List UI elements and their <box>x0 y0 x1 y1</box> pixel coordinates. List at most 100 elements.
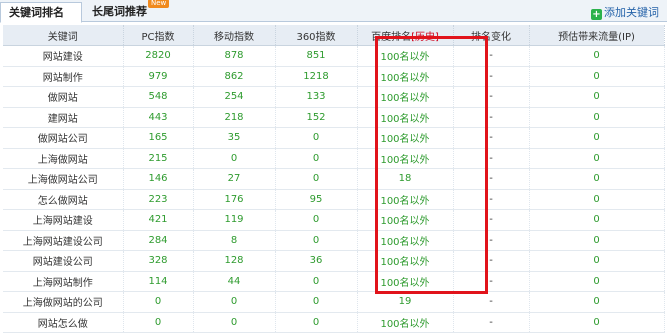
cell-rank-change: - <box>453 250 530 272</box>
add-keyword-label: 添加关键词 <box>604 6 659 19</box>
table-row: 做网站 548 254 133 100名以外 -0 <box>3 86 665 108</box>
table-row: 做网站公司 165 35 0 100名以外 -0 <box>3 127 665 149</box>
cell-baidu-rank: 100名以外 <box>357 230 454 251</box>
cell-pc-index: 328 <box>123 250 194 272</box>
cell-baidu-rank: 100名以外 <box>357 127 454 149</box>
header-keyword: 关键词 <box>3 25 124 46</box>
tab-keyword-ranking[interactable]: 关键词排名 <box>0 2 82 23</box>
cell-baidu-rank: 100名以外 <box>357 148 454 169</box>
cell-360-index: 0 <box>275 271 358 292</box>
header-rank-change: 排名变化 <box>453 25 530 46</box>
cell-keyword: 网站建设 <box>3 45 124 67</box>
cell-rank-change: - <box>453 168 530 190</box>
table-header: 关键词 PC指数 移动指数 360指数 百度排名[历史] 排名变化 预估带来流量… <box>3 25 665 46</box>
cell-mobile-index: 44 <box>193 271 276 292</box>
table-body: 网站建设 2820 878 851 100名以外 -0 网站制作 979 862 1218 100名… <box>3 45 665 333</box>
header-pc-index: PC指数 <box>123 25 194 46</box>
cell-mobile-index: 27 <box>193 168 276 190</box>
header-360-index: 360指数 <box>275 25 358 46</box>
cell-baidu-rank: 100名以外 <box>357 66 454 87</box>
cell-baidu-rank: 18 <box>357 168 454 190</box>
cell-pc-index: 284 <box>123 230 194 251</box>
add-keyword-button[interactable]: + 添加关键词 <box>591 4 659 20</box>
cell-keyword: 上海网站建设公司 <box>3 230 124 251</box>
cell-pc-index: 165 <box>123 127 194 149</box>
cell-360-index: 0 <box>275 127 358 149</box>
table-row: 网站制作 979 862 1218 100名以外 -0 <box>3 66 665 87</box>
cell-traffic: 0 <box>529 291 665 313</box>
plus-icon: + <box>591 9 602 20</box>
cell-mobile-index: 218 <box>193 107 276 128</box>
cell-pc-index: 443 <box>123 107 194 128</box>
cell-pc-index: 2820 <box>123 45 194 67</box>
header-traffic: 预估带来流量(IP) <box>529 25 665 46</box>
new-badge: New <box>148 0 170 8</box>
cell-360-index: 0 <box>275 209 358 231</box>
cell-rank-change: - <box>453 189 530 210</box>
table-row: 上海做网站公司 146 27 0 18-0 <box>3 168 665 190</box>
cell-rank-change: - <box>453 86 530 108</box>
cell-pc-index: 0 <box>123 291 194 313</box>
cell-baidu-rank: 100名以外 <box>357 107 454 128</box>
table-row: 上海做网站的公司 0 0 0 19-0 <box>3 291 665 313</box>
table-row: 上海网站建设 421 119 0 100名以外 -0 <box>3 209 665 231</box>
cell-keyword: 建网站 <box>3 107 124 128</box>
cell-baidu-rank: 100名以外 <box>357 312 454 333</box>
cell-mobile-index: 8 <box>193 230 276 251</box>
cell-360-index: 95 <box>275 189 358 210</box>
tab-longtail-recommend[interactable]: 长尾词推荐 <box>84 2 155 21</box>
cell-pc-index: 979 <box>123 66 194 87</box>
cell-traffic: 0 <box>529 250 665 272</box>
cell-baidu-rank: 100名以外 <box>357 271 454 292</box>
cell-traffic: 0 <box>529 86 665 108</box>
cell-pc-index: 114 <box>123 271 194 292</box>
cell-mobile-index: 0 <box>193 148 276 169</box>
cell-baidu-rank: 19 <box>357 291 454 313</box>
cell-keyword: 上海做网站的公司 <box>3 291 124 313</box>
cell-rank-change: - <box>453 209 530 231</box>
cell-baidu-rank: 100名以外 <box>357 45 454 67</box>
cell-pc-index: 146 <box>123 168 194 190</box>
table-row: 建网站 443 218 152 100名以外 -0 <box>3 107 665 128</box>
cell-traffic: 0 <box>529 168 665 190</box>
cell-traffic: 0 <box>529 189 665 210</box>
cell-rank-change: - <box>453 107 530 128</box>
table-row: 上海网站制作 114 44 0 100名以外 -0 <box>3 271 665 292</box>
cell-traffic: 0 <box>529 312 665 333</box>
cell-pc-index: 0 <box>123 312 194 333</box>
cell-360-index: 851 <box>275 45 358 67</box>
table-row: 网站怎么做 0 0 0 100名以外 -0 <box>3 312 665 333</box>
baidu-rank-label: 百度排名 <box>371 31 412 43</box>
cell-mobile-index: 119 <box>193 209 276 231</box>
header-mobile-index: 移动指数 <box>193 25 276 46</box>
history-link[interactable]: [历史] <box>411 32 439 43</box>
cell-baidu-rank: 100名以外 <box>357 189 454 210</box>
table-row: 网站建设公司 328 128 36 100名以外 -0 <box>3 250 665 272</box>
cell-baidu-rank: 100名以外 <box>357 86 454 108</box>
cell-pc-index: 215 <box>123 148 194 169</box>
cell-360-index: 0 <box>275 312 358 333</box>
cell-baidu-rank: 100名以外 <box>357 209 454 231</box>
cell-pc-index: 548 <box>123 86 194 108</box>
cell-traffic: 0 <box>529 230 665 251</box>
cell-rank-change: - <box>453 66 530 87</box>
cell-360-index: 0 <box>275 148 358 169</box>
cell-mobile-index: 862 <box>193 66 276 87</box>
cell-rank-change: - <box>453 291 530 313</box>
cell-traffic: 0 <box>529 107 665 128</box>
cell-mobile-index: 35 <box>193 127 276 149</box>
cell-360-index: 1218 <box>275 66 358 87</box>
cell-mobile-index: 878 <box>193 45 276 67</box>
cell-mobile-index: 254 <box>193 86 276 108</box>
cell-keyword: 上海网站制作 <box>3 271 124 292</box>
cell-mobile-index: 128 <box>193 250 276 272</box>
cell-360-index: 0 <box>275 291 358 313</box>
cell-keyword: 做网站公司 <box>3 127 124 149</box>
cell-traffic: 0 <box>529 271 665 292</box>
cell-baidu-rank: 100名以外 <box>357 250 454 272</box>
cell-traffic: 0 <box>529 148 665 169</box>
cell-traffic: 0 <box>529 127 665 149</box>
cell-mobile-index: 176 <box>193 189 276 210</box>
cell-keyword: 做网站 <box>3 86 124 108</box>
cell-keyword: 怎么做网站 <box>3 189 124 210</box>
